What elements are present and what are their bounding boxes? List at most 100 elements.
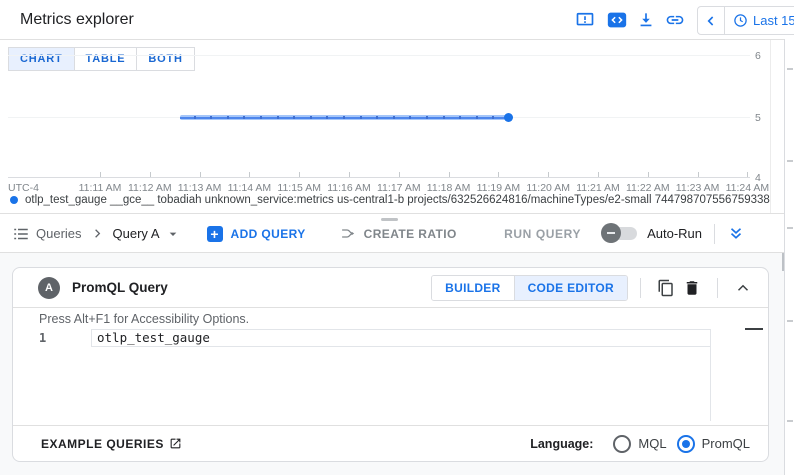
query-avatar: A (38, 277, 60, 299)
query-selector[interactable]: Query A (113, 226, 181, 242)
page-scrollbar[interactable] (784, 39, 794, 475)
x-axis-label: 11:18 AM (427, 182, 471, 194)
legend-color-dot (10, 196, 18, 204)
language-label: Language: (530, 437, 593, 451)
collapse-all-queries-button[interactable] (727, 225, 745, 243)
delete-query-button[interactable] (679, 275, 705, 301)
data-point-marker (360, 116, 362, 119)
data-point-marker (459, 116, 461, 119)
x-axis-tick (598, 172, 599, 177)
line-number: 1 (39, 331, 46, 345)
query-card-title: PromQL Query (72, 280, 168, 295)
data-point-marker (310, 116, 312, 119)
data-point-marker (409, 116, 411, 119)
get-link-button[interactable] (663, 8, 687, 32)
code-sample-button[interactable] (605, 8, 629, 32)
data-point-marker (243, 116, 245, 119)
toggle-knob (601, 223, 621, 243)
tab-builder[interactable]: BUILDER (432, 276, 513, 300)
x-axis-label: 11:20 AM (526, 182, 570, 194)
code-editor[interactable]: Press Alt+F1 for Accessibility Options. … (13, 308, 768, 427)
data-point-marker (476, 116, 478, 119)
editor-mode-tabs: BUILDER CODE EDITOR (431, 275, 628, 301)
query-name: Query A (113, 226, 160, 241)
collapse-time-panel-button[interactable] (698, 7, 724, 34)
x-axis-tick (548, 172, 549, 177)
code-line[interactable]: otlp_test_gauge (97, 330, 210, 345)
x-axis-label: 11:13 AM (178, 182, 222, 194)
trash-icon (683, 279, 701, 297)
x-axis-tick (249, 172, 250, 177)
double-chevron-down-icon (727, 225, 745, 243)
view-tabs: CHART TABLE BOTH (8, 47, 195, 71)
chevron-up-icon (734, 279, 752, 297)
data-point-marker (326, 116, 328, 119)
tab-chart[interactable]: CHART (9, 48, 75, 70)
promql-query-card: A PromQL Query BUILDER CODE EDITOR (12, 267, 769, 462)
tab-code-editor[interactable]: CODE EDITOR (514, 276, 627, 300)
code-sample-icon (606, 9, 628, 31)
x-axis-tick (150, 172, 151, 177)
editor-boundary-line (710, 347, 711, 421)
radio-unselected-icon (613, 435, 631, 453)
external-link-icon (169, 437, 182, 450)
time-range-button[interactable]: Last 15 min (725, 13, 794, 28)
x-axis-label: 11:12 AM (128, 182, 172, 194)
y-axis-label: 4 (755, 172, 771, 184)
example-queries-link[interactable]: EXAMPLE QUERIES (41, 437, 182, 451)
query-card-footer: EXAMPLE QUERIES Language: MQL PromQL (13, 425, 768, 461)
run-query-button[interactable]: RUN QUERY (504, 227, 581, 241)
toolbar-right: RUN QUERY Auto-Run (504, 214, 745, 253)
duplicate-query-button[interactable] (653, 275, 679, 301)
language-option-promql[interactable]: PromQL (677, 435, 750, 453)
queries-breadcrumb: Queries Query A + ADD QUERY CREATE RATIO (12, 214, 457, 253)
add-icon: + (207, 226, 223, 242)
data-point-marker (393, 116, 395, 119)
data-point-marker (376, 116, 378, 119)
x-axis-label: 11:14 AM (228, 182, 272, 194)
tab-table[interactable]: TABLE (75, 48, 138, 70)
example-queries-label: EXAMPLE QUERIES (41, 437, 164, 451)
data-point-marker (260, 116, 262, 119)
language-option-mql[interactable]: MQL (613, 435, 666, 453)
y-axis-label: 6 (755, 50, 771, 62)
x-axis-label: 11:15 AM (277, 182, 321, 194)
y-axis-label: 5 (755, 112, 771, 124)
data-point-marker (277, 116, 279, 119)
queries-list-icon (12, 225, 30, 243)
x-axis-tick (648, 172, 649, 177)
auto-run-toggle[interactable] (603, 227, 637, 240)
x-axis-label: 11:17 AM (377, 182, 421, 194)
create-ratio-button[interactable]: CREATE RATIO (340, 225, 457, 242)
tab-both[interactable]: BOTH (137, 48, 193, 70)
divider (717, 278, 718, 298)
query-card-header: A PromQL Query BUILDER CODE EDITOR (13, 268, 768, 308)
download-button[interactable] (634, 8, 658, 32)
clock-icon (733, 13, 748, 28)
page-title: Metrics explorer (20, 11, 134, 29)
scrollbar-marker (787, 320, 793, 322)
gridline (8, 55, 750, 56)
data-point-marker (492, 116, 494, 119)
add-query-button[interactable]: + ADD QUERY (207, 226, 306, 242)
divider (714, 224, 715, 244)
x-axis-tick (698, 172, 699, 177)
scrollbar-marker (787, 227, 793, 229)
queries-label[interactable]: Queries (36, 226, 82, 241)
collapse-query-button[interactable] (730, 275, 756, 301)
scrollbar-thumb[interactable] (782, 253, 784, 271)
feedback-button[interactable] (573, 8, 597, 32)
x-axis-tick (200, 172, 201, 177)
x-axis-tick (399, 172, 400, 177)
caret-down-icon (165, 226, 181, 242)
promql-label: PromQL (702, 436, 750, 451)
mql-label: MQL (638, 436, 666, 451)
add-query-label: ADD QUERY (231, 227, 306, 241)
data-point-marker (443, 116, 445, 119)
legend-row[interactable]: otlp_test_gauge __gce__ tobadiah unknown… (10, 194, 770, 206)
legend-text: otlp_test_gauge __gce__ tobadiah unknown… (25, 194, 770, 206)
data-point-marker (426, 116, 428, 119)
x-axis-tick (498, 172, 499, 177)
data-point-marker (210, 116, 212, 119)
query-section: A PromQL Query BUILDER CODE EDITOR (0, 252, 785, 475)
